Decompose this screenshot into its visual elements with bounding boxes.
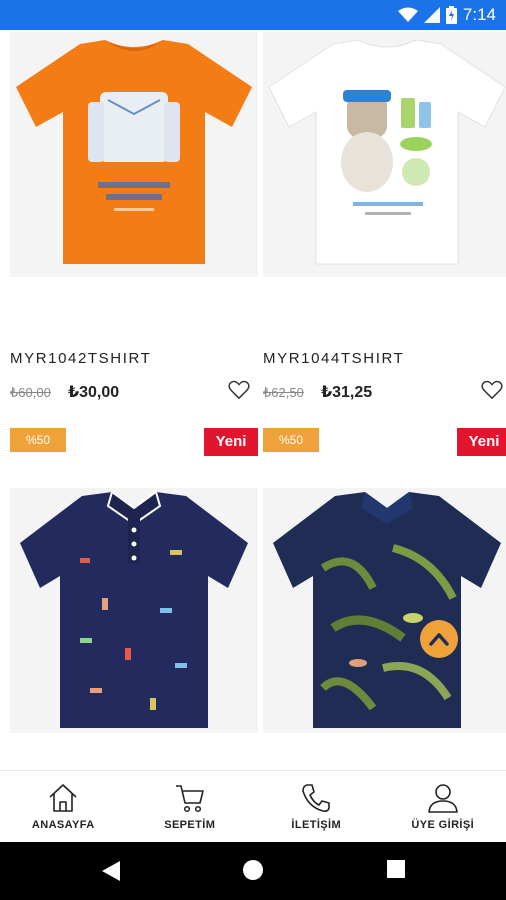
bottom-navigation: ANASAYFA SEPETİM İLETİŞİM ÜYE GİRİŞİ — [0, 770, 506, 842]
recents-icon[interactable] — [386, 859, 406, 879]
user-icon — [427, 784, 458, 813]
product-name[interactable]: MYR1042TSHIRT — [10, 350, 151, 367]
nav-item-login[interactable]: ÜYE GİRİŞİ — [380, 771, 506, 842]
new-badge: Yeni — [457, 428, 506, 456]
battery-icon — [445, 6, 457, 24]
back-icon[interactable] — [100, 859, 122, 883]
cart-icon — [175, 785, 204, 813]
nav-label: İLETİŞİM — [291, 819, 342, 831]
nav-item-home[interactable]: ANASAYFA — [0, 771, 127, 842]
white-tshirt-image — [263, 32, 506, 277]
product-card[interactable]: MYR1042TSHIRT ₺60,00 ₺30,00 %50 Yeni — [10, 32, 258, 462]
product-price: ₺31,25 — [321, 384, 373, 401]
app-screen: 7:14 MYR1042TSHIRT ₺60,00 ₺30,00 %50 Yen… — [0, 0, 506, 900]
product-name[interactable]: MYR1044TSHIRT — [263, 350, 404, 367]
status-time: 7:14 — [462, 5, 496, 24]
orange-tshirt-image — [10, 32, 258, 277]
heart-icon[interactable] — [481, 380, 503, 400]
product-image[interactable] — [263, 488, 506, 733]
product-card[interactable]: MYR1044TSHIRT ₺62,50 ₺31,25 %50 Yeni — [263, 32, 506, 462]
nav-item-cart[interactable]: SEPETİM — [127, 771, 254, 842]
discount-badge: %50 — [263, 428, 319, 452]
status-icons: 7:14 — [397, 4, 496, 26]
nav-item-contact[interactable]: İLETİŞİM — [253, 771, 380, 842]
discount-badge: %50 — [10, 428, 66, 452]
chevron-up-icon — [429, 633, 449, 646]
product-image[interactable] — [263, 32, 506, 277]
home-icon — [49, 784, 77, 812]
new-badge: Yeni — [204, 428, 258, 456]
nav-label: SEPETİM — [164, 819, 216, 831]
navy-polo-image — [10, 488, 258, 733]
nav-label: ANASAYFA — [31, 819, 95, 831]
product-grid[interactable]: MYR1042TSHIRT ₺60,00 ₺30,00 %50 Yeni MYR… — [0, 30, 506, 770]
scroll-to-top-button[interactable] — [420, 620, 458, 658]
system-navigation-bar — [0, 842, 506, 900]
product-price: ₺30,00 — [68, 384, 120, 401]
signal-icon — [423, 7, 440, 23]
nav-label: ÜYE GİRİŞİ — [411, 819, 475, 831]
product-image[interactable] — [10, 488, 258, 733]
phone-icon — [302, 784, 331, 812]
product-image[interactable] — [10, 32, 258, 277]
product-old-price: ₺60,00 — [10, 385, 51, 400]
wifi-icon — [397, 7, 418, 22]
home-circle-icon[interactable] — [242, 859, 264, 881]
product-card[interactable] — [263, 488, 506, 748]
product-card[interactable] — [10, 488, 258, 748]
status-bar: 7:14 — [0, 0, 506, 30]
tropical-polo-image — [263, 488, 506, 733]
product-old-price: ₺62,50 — [263, 385, 304, 400]
heart-icon[interactable] — [228, 380, 250, 400]
